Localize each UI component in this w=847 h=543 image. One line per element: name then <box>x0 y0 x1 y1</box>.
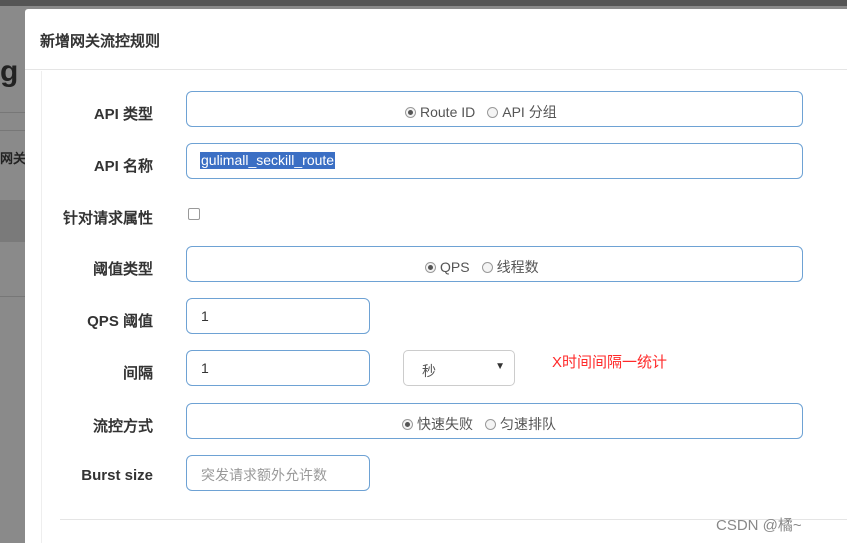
background-logo-fragment: g <box>0 55 19 88</box>
red-annotation-text: X时间间隔一统计 <box>552 354 668 371</box>
dialog-title: 新增网关流控规则 <box>40 33 161 50</box>
dropdown-arrow-icon: ▼ <box>495 361 505 372</box>
burst-size-input[interactable]: 突发请求额外允许数 <box>186 455 370 491</box>
radio-label: 线程数 <box>496 259 539 275</box>
control-mode-queue-radio[interactable]: 匀速排队 <box>485 414 556 434</box>
background-divider <box>0 296 26 297</box>
dialog-header: 新增网关流控规则 <box>25 9 847 70</box>
request-attribute-label: 针对请求属性 <box>62 210 153 227</box>
control-mode-radio-group: 快速失败 匀速排队 <box>186 403 803 439</box>
radio-checked-icon <box>425 261 436 273</box>
interval-unit-value: 秒 <box>422 363 436 379</box>
qps-threshold-value: 1 <box>201 308 209 324</box>
radio-label: QPS <box>440 259 470 275</box>
background-topbar <box>0 0 847 6</box>
csdn-watermark: CSDN @橘~ <box>716 517 802 534</box>
dialog-body <box>41 71 847 543</box>
qps-threshold-input[interactable]: 1 <box>186 298 370 334</box>
burst-size-label: Burst size <box>81 467 153 484</box>
radio-label: 匀速排队 <box>500 416 556 432</box>
radio-label: Route ID <box>420 104 476 120</box>
api-name-value: gulimall_seckill_route <box>200 152 336 169</box>
radio-unchecked-icon <box>487 106 499 118</box>
interval-label: 间隔 <box>122 365 153 382</box>
background-divider <box>0 130 26 131</box>
radio-checked-icon <box>402 418 413 430</box>
api-name-input[interactable]: gulimall_seckill_route <box>186 143 803 179</box>
radio-label: API 分组 <box>502 104 557 120</box>
radio-unchecked-icon <box>485 418 496 430</box>
request-attribute-checkbox[interactable] <box>188 208 200 220</box>
api-type-label: API 类型 <box>93 106 153 123</box>
interval-value: 1 <box>201 360 209 376</box>
interval-input[interactable]: 1 <box>186 350 370 386</box>
burst-size-placeholder: 突发请求额外允许数 <box>201 467 327 483</box>
threshold-type-label: 阈值类型 <box>92 261 153 278</box>
threshold-type-radio-group: QPS 线程数 <box>186 246 803 282</box>
api-name-label: API 名称 <box>93 158 153 175</box>
control-mode-fast-fail-radio[interactable]: 快速失败 <box>402 414 473 434</box>
threshold-type-threads-radio[interactable]: 线程数 <box>481 257 539 277</box>
api-type-route-id-radio[interactable]: Route ID <box>405 104 475 120</box>
api-type-radio-group: Route ID API 分组 <box>186 91 803 127</box>
control-mode-label: 流控方式 <box>92 418 153 435</box>
threshold-type-qps-radio[interactable]: QPS <box>425 259 470 275</box>
radio-unchecked-icon <box>481 261 493 273</box>
radio-checked-icon <box>405 106 416 118</box>
radio-label: 快速失败 <box>417 416 473 432</box>
interval-unit-select[interactable]: 秒 ▼ <box>403 350 515 386</box>
api-type-api-group-radio[interactable]: API 分组 <box>487 102 557 122</box>
qps-threshold-label: QPS 阈值 <box>87 313 153 330</box>
